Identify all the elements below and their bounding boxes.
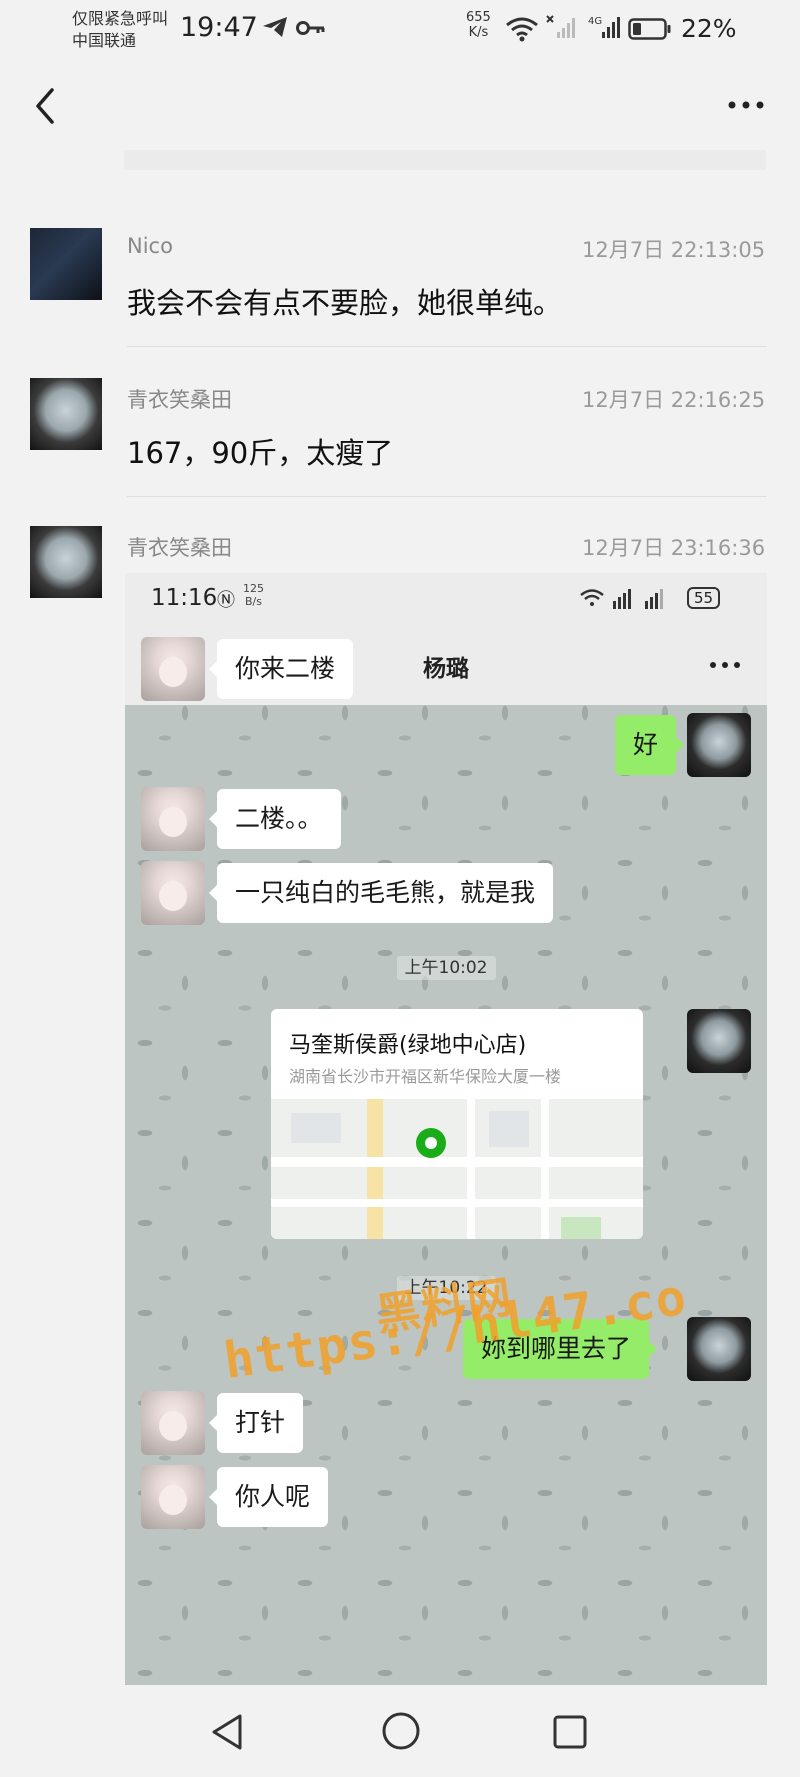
status-time: 19:47 <box>180 12 258 43</box>
network-speed-unit: K/s <box>468 25 489 40</box>
wifi-icon <box>506 17 538 42</box>
nav-back-icon[interactable] <box>208 1712 248 1752</box>
signal-4g-icon: 4G <box>588 16 620 38</box>
screenshot-signal-icons <box>580 589 663 609</box>
signal-bars-icon <box>546 15 575 38</box>
carrier-line-1: 仅限紧急呼叫 <box>72 9 169 28</box>
screenshot-battery-value: 55 <box>687 587 721 609</box>
message-text: 我会不会有点不要脸，她很单纯。 <box>127 286 563 320</box>
attached-screenshot[interactable]: 11:16 Ⓝ 125 B/s 55 杨璐 你来二楼 好 二楼。。 一只纯白的毛… <box>125 573 767 1685</box>
battery-percent: 22% <box>681 14 737 43</box>
contact-avatar <box>141 1465 205 1529</box>
own-avatar <box>687 713 751 777</box>
system-nav-bar <box>0 1690 800 1777</box>
incoming-bubble: 打针 <box>208 1393 304 1453</box>
avatar[interactable] <box>30 228 102 300</box>
more-icon <box>710 662 740 668</box>
avatar[interactable] <box>30 526 102 598</box>
battery-icon <box>628 18 671 40</box>
own-avatar <box>687 1009 751 1073</box>
sender-name: 青衣笑桑田 <box>127 536 232 560</box>
chat-time-label: 上午10:02 <box>396 956 496 980</box>
incoming-bubble: 你人呢 <box>208 1467 329 1527</box>
key-icon <box>296 21 325 35</box>
contact-avatar <box>141 861 205 925</box>
contact-avatar <box>141 787 205 851</box>
incoming-bubble: 一只纯白的毛毛熊，就是我 <box>208 863 554 923</box>
telegram-icon <box>263 17 287 37</box>
screenshot-speed-value: 125 <box>243 582 264 595</box>
nav-recents-icon[interactable] <box>552 1714 588 1750</box>
incoming-bubble: 二楼。。 <box>209 789 341 849</box>
message-timestamp: 12月7日 22:13:05 <box>582 238 766 262</box>
carrier-info: 仅限紧急呼叫 中国联通 <box>72 8 168 52</box>
more-options-button[interactable] <box>722 90 770 120</box>
back-button[interactable] <box>26 82 66 130</box>
message-text: 167，90斤，太瘦了 <box>127 436 394 470</box>
incoming-bubble: 你来二楼 <box>208 639 354 699</box>
screenshot-status-bar: 11:16 Ⓝ 125 B/s 55 <box>125 573 767 625</box>
location-address: 湖南省长沙市开福区新华保险大厦一楼 <box>289 1067 562 1086</box>
sender-name: Nico <box>127 234 173 258</box>
contact-avatar <box>141 637 205 701</box>
carrier-line-2: 中国联通 <box>72 31 137 50</box>
network-speed: 655 K/s <box>466 10 491 40</box>
status-bar: 仅限紧急呼叫 中国联通 19:47 655 K/s 4G 22% <box>0 0 800 62</box>
outgoing-bubble: 好 <box>615 715 685 775</box>
sender-name: 青衣笑桑田 <box>127 388 232 412</box>
previous-message-remnant <box>124 150 766 170</box>
network-type-label: 4G <box>588 16 602 27</box>
own-avatar <box>687 1317 751 1381</box>
avatar[interactable] <box>30 378 102 450</box>
divider <box>127 496 767 497</box>
nfc-icon: Ⓝ <box>217 590 235 611</box>
network-speed-value: 655 <box>466 10 491 25</box>
location-map <box>271 1099 643 1239</box>
chat-time-divider: 上午10:02 <box>125 953 767 980</box>
screenshot-battery: 55 <box>687 587 721 609</box>
message-timestamp: 12月7日 23:16:36 <box>582 536 766 560</box>
location-card: 马奎斯侯爵(绿地中心店) 湖南省长沙市开福区新华保险大厦一楼 <box>271 1009 643 1239</box>
nav-home-icon[interactable] <box>380 1710 422 1752</box>
app-header <box>0 62 800 154</box>
divider <box>127 346 767 347</box>
screenshot-speed-unit: B/s <box>245 595 262 608</box>
message-timestamp: 12月7日 22:16:25 <box>582 388 766 412</box>
screenshot-status-time: 11:16 <box>151 585 218 611</box>
screenshot-network-speed: 125 B/s <box>243 582 264 608</box>
location-name: 马奎斯侯爵(绿地中心店) <box>289 1033 527 1058</box>
contact-avatar <box>141 1391 205 1455</box>
